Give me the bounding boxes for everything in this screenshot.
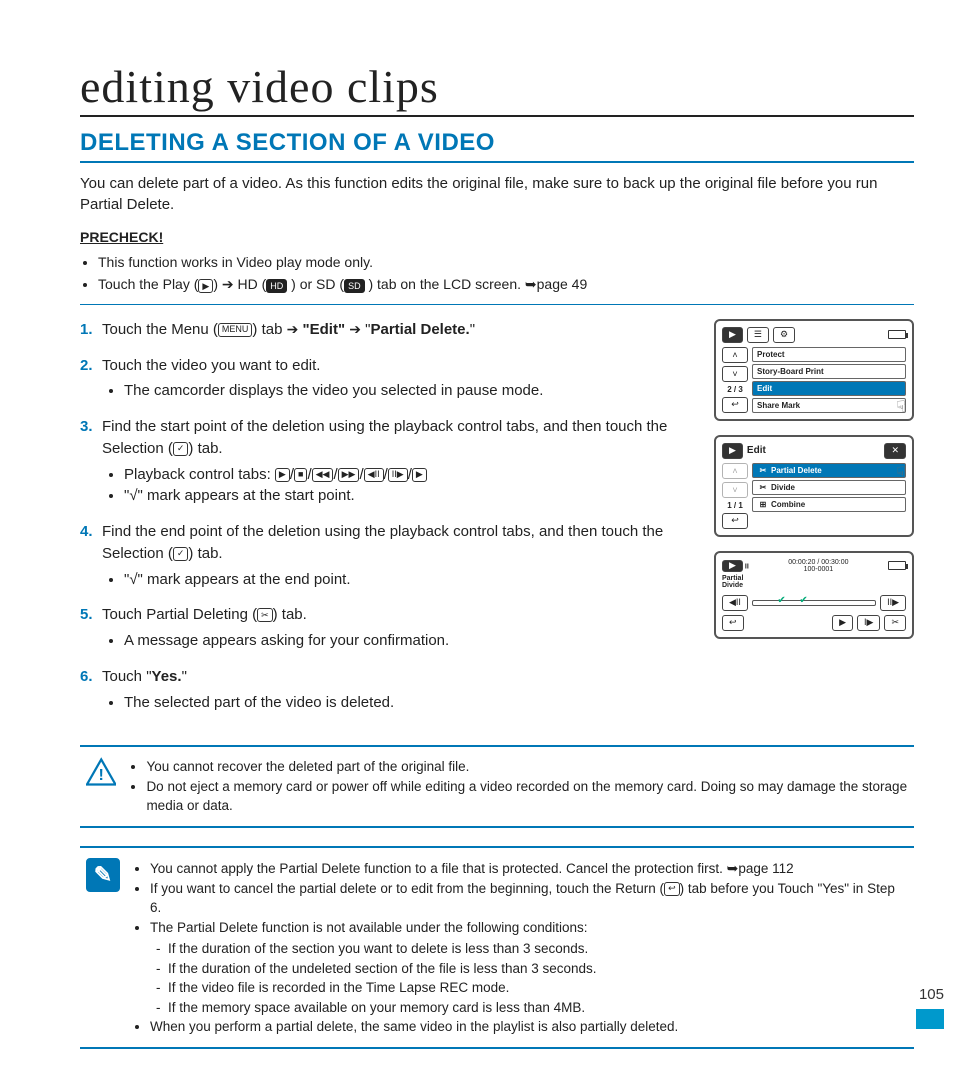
down-button[interactable]: ˅ [722, 366, 748, 382]
selection-icon: ✓ [173, 442, 189, 456]
play-tab[interactable]: ▶ [722, 327, 743, 343]
intro-text: You can delete part of a video. As this … [80, 173, 914, 215]
ff-control-icon: ▶▶ [338, 468, 360, 482]
menu-item-protect[interactable]: Protect [752, 347, 906, 362]
precheck-item: This function works in Video play mode o… [98, 251, 914, 273]
time-counter: 00:00:20 / 00:30:00 [788, 559, 848, 566]
step-4: Find the end point of the deletion using… [80, 521, 696, 590]
return-icon: ↩ [664, 882, 680, 896]
page-number-block: 105 [916, 986, 944, 1029]
arrow-icon: ➔ [349, 321, 361, 337]
note-callout: ✎ You cannot apply the Partial Delete fu… [80, 846, 914, 1049]
arrow-icon: ➔ [287, 321, 299, 337]
return-button[interactable]: ↩ [722, 615, 744, 631]
menu-item-combine[interactable]: ⊞Combine [752, 497, 906, 512]
precheck-block: PRECHECK! This function works in Video p… [80, 229, 914, 296]
warning-item: You cannot recover the deleted part of t… [146, 757, 908, 777]
step-2-sub: The camcorder displays the video you sel… [124, 380, 696, 402]
up-button[interactable]: ˄ [722, 347, 748, 363]
note-item: If you want to cancel the partial delete… [150, 879, 908, 918]
note-subitem: If the video file is recorded in the Tim… [168, 978, 908, 998]
cut-button[interactable]: ✂ [884, 615, 906, 631]
stepback-control-icon: ◀II [364, 468, 384, 482]
note-item: You cannot apply the Partial Delete func… [150, 858, 908, 879]
step-2: Touch the video you want to edit. The ca… [80, 355, 696, 403]
file-number: 100-0001 [804, 566, 834, 573]
section-title: DELETING A SECTION OF A VIDEO [80, 129, 914, 163]
note-item: The Partial Delete function is not avail… [150, 918, 908, 1018]
play-icon: ▶ [198, 279, 213, 293]
step-6-sub: The selected part of the video is delete… [124, 692, 696, 714]
steps-list: Touch the Menu (MENU) tab ➔ "Edit" ➔ "Pa… [80, 319, 696, 714]
lcd-edit-screen: ▶ Edit ✕ ˄ ˅ 1 / 1 ↩ ✂Partial Delete ✂Di… [714, 435, 914, 537]
menu-item-partial-delete[interactable]: ✂Partial Delete [752, 463, 906, 478]
play-tab[interactable]: ▶ [722, 443, 743, 459]
partial-delete-label: Partial Delete. [370, 321, 469, 338]
step-6: Touch "Yes." The selected part of the vi… [80, 666, 696, 714]
framefwd-button[interactable]: I▶ [857, 615, 880, 631]
play-button[interactable]: ▶ [832, 615, 853, 631]
step-4-sub: "√" mark appears at the end point. [124, 569, 696, 591]
stop-control-icon: ■ [294, 468, 307, 482]
warning-item: Do not eject a memory card or power off … [146, 777, 908, 816]
partial-delete-icon: ✂ [257, 608, 273, 622]
lcd-playback-screen: ▶ II 00:00:20 / 00:30:00100-0001 Partial… [714, 551, 914, 639]
precheck-item: Touch the Play (▶) ➔ HD (HD ) or SD (SD … [98, 273, 914, 295]
hd-icon: HD [266, 279, 287, 293]
sd-icon: SD [344, 279, 365, 293]
menu-tab[interactable]: ☰ [747, 327, 769, 343]
menu-item-share[interactable]: Share Mark [752, 398, 906, 413]
note-item: When you perform a partial delete, the s… [150, 1017, 908, 1037]
down-button[interactable]: ˅ [722, 482, 748, 498]
reference-arrow-icon: ➥ [525, 276, 537, 292]
play-tab[interactable]: ▶ [722, 560, 743, 572]
up-button[interactable]: ˄ [722, 463, 748, 479]
lcd-menu-screen: ▶ ☰ ⚙ ˄ ˅ 2 / 3 ↩ Protect Story-Boa [714, 319, 914, 421]
step-1: Touch the Menu (MENU) tab ➔ "Edit" ➔ "Pa… [80, 319, 696, 341]
battery-icon [888, 330, 906, 339]
warning-callout: ! You cannot recover the deleted part of… [80, 745, 914, 828]
menu-item-storyboard[interactable]: Story-Board Print [752, 364, 906, 379]
warning-icon: ! [86, 757, 116, 787]
note-subitem: If the memory space available on your me… [168, 998, 908, 1018]
note-subitem: If the duration of the section you want … [168, 939, 908, 959]
close-button[interactable]: ✕ [884, 443, 906, 459]
play-control-icon: ▶ [412, 468, 427, 482]
screen-title: Edit [747, 445, 766, 456]
step-3: Find the start point of the deletion usi… [80, 416, 696, 507]
step-3-sub: "√" mark appears at the start point. [124, 485, 696, 507]
progress-slider[interactable]: ✔ ✔ [752, 600, 876, 606]
battery-icon [888, 561, 906, 570]
divider [80, 304, 914, 305]
selection-icon: ✓ [173, 547, 189, 561]
arrow-icon: ➔ [222, 276, 234, 292]
menu-item-divide[interactable]: ✂Divide [752, 480, 906, 495]
note-icon: ✎ [86, 858, 120, 892]
precheck-heading: PRECHECK! [80, 229, 914, 245]
rewind-control-icon: ◀◀ [312, 468, 334, 482]
svg-text:!: ! [99, 766, 104, 784]
stepfwd-button[interactable]: II▶ [880, 595, 906, 611]
menu-item-edit[interactable]: Edit [752, 381, 906, 396]
step-5: Touch Partial Deleting (✂) tab. A messag… [80, 604, 696, 652]
step-3-sub: Playback control tabs: ▶/■/◀◀/▶▶/◀II/II▶… [124, 464, 696, 486]
return-button[interactable]: ↩ [722, 397, 748, 413]
stepfwd-control-icon: II▶ [388, 468, 408, 482]
mode-label: Partial Divide [722, 575, 906, 589]
note-subitem: If the duration of the undeleted section… [168, 959, 908, 979]
play-control-icon: ▶ [275, 468, 290, 482]
settings-tab[interactable]: ⚙ [773, 327, 795, 343]
step-5-sub: A message appears asking for your confir… [124, 630, 696, 652]
page-number: 105 [916, 986, 944, 1003]
page-tab-decoration [916, 1009, 944, 1029]
reference-arrow-icon: ➥ [727, 860, 739, 876]
chapter-title: editing video clips [80, 60, 914, 117]
return-button[interactable]: ↩ [722, 513, 748, 529]
stepback-button[interactable]: ◀II [722, 595, 748, 611]
page-counter: 1 / 1 [722, 501, 748, 510]
page-counter: 2 / 3 [722, 385, 748, 394]
menu-icon: MENU [218, 323, 253, 337]
